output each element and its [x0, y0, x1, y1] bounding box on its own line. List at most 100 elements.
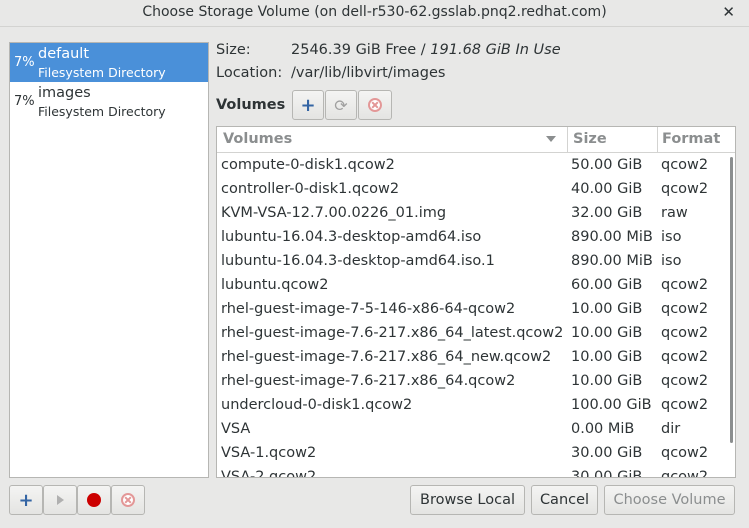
volume-size: 40.00 GiB	[571, 181, 643, 197]
pool-type: Filesystem Directory	[38, 65, 166, 80]
delete-icon	[121, 493, 135, 507]
pool-type: Filesystem Directory	[38, 104, 166, 119]
volume-name: compute-0-disk1.qcow2	[221, 157, 395, 173]
table-row[interactable]: undercloud-0-disk1.qcow2 100.00 GiB qcow2	[217, 393, 731, 417]
browse-local-button[interactable]: Browse Local	[410, 485, 525, 515]
table-header: Volumes Size Format	[217, 127, 735, 153]
add-volume-button[interactable]: +	[292, 90, 324, 120]
choose-volume-button[interactable]: Choose Volume	[604, 485, 735, 515]
size-separator: /	[416, 42, 431, 58]
volume-size: 890.00 MiB	[571, 229, 653, 245]
table-row[interactable]: rhel-guest-image-7.6-217.x86_64.qcow2 10.…	[217, 369, 731, 393]
volume-size: 50.00 GiB	[571, 157, 643, 173]
volume-format: qcow2	[661, 445, 709, 461]
volume-size: 890.00 MiB	[571, 253, 653, 269]
title-bar: Choose Storage Volume (on dell-r530-62.g…	[0, 0, 749, 27]
column-header-format[interactable]: Format	[657, 127, 735, 152]
volume-format: qcow2	[661, 157, 709, 173]
add-icon: +	[300, 94, 316, 116]
pool-list[interactable]: 7% default Filesystem Directory 7% image…	[9, 42, 209, 478]
volume-name: VSA	[221, 421, 251, 437]
volume-size: 100.00 GiB	[571, 397, 652, 413]
table-row[interactable]: VSA 0.00 MiB dir	[217, 417, 731, 441]
volume-format: qcow2	[661, 373, 709, 389]
vertical-scrollbar[interactable]	[730, 157, 733, 443]
pool-name: images	[38, 85, 91, 101]
volume-size: 10.00 GiB	[571, 325, 643, 341]
pool-item-default[interactable]: 7% default Filesystem Directory	[10, 43, 208, 82]
volume-format: qcow2	[661, 301, 709, 317]
table-row[interactable]: KVM-VSA-12.7.00.0226_01.img 32.00 GiB raw	[217, 201, 731, 225]
stop-pool-button[interactable]	[77, 485, 111, 515]
add-pool-button[interactable]: +	[9, 485, 43, 515]
table-row[interactable]: rhel-guest-image-7.6-217.x86_64_latest.q…	[217, 321, 731, 345]
volume-name: undercloud-0-disk1.qcow2	[221, 397, 413, 413]
delete-pool-button[interactable]	[111, 485, 145, 515]
volumes-table[interactable]: Volumes Size Format compute-0-disk1.qcow…	[216, 126, 736, 478]
volume-size: 30.00 GiB	[571, 445, 643, 461]
volume-format: qcow2	[661, 349, 709, 365]
table-row[interactable]: VSA-1.qcow2 30.00 GiB qcow2	[217, 441, 731, 465]
size-used: 191.68 GiB In Use	[430, 42, 561, 58]
volume-name: rhel-guest-image-7-5-146-x86-64-qcow2	[221, 301, 516, 317]
volume-name: VSA-2.qcow2	[221, 469, 317, 478]
table-row[interactable]: controller-0-disk1.qcow2 40.00 GiB qcow2	[217, 177, 731, 201]
volume-size: 60.00 GiB	[571, 277, 643, 293]
window-title: Choose Storage Volume (on dell-r530-62.g…	[142, 4, 607, 20]
pool-item-images[interactable]: 7% images Filesystem Directory	[10, 82, 208, 121]
volume-size: 32.00 GiB	[571, 205, 643, 221]
volume-format: qcow2	[661, 181, 709, 197]
pool-usage: 7%	[14, 94, 35, 109]
play-icon	[56, 495, 64, 505]
volume-name: lubuntu-16.04.3-desktop-amd64.iso	[221, 229, 482, 245]
table-row[interactable]: compute-0-disk1.qcow2 50.00 GiB qcow2	[217, 153, 731, 177]
column-header-size[interactable]: Size	[567, 127, 661, 152]
volume-size: 10.00 GiB	[571, 301, 643, 317]
size-value: 2546.39 GiB Free / 191.68 GiB In Use	[291, 42, 561, 58]
size-label: Size:	[216, 42, 251, 58]
stop-icon	[87, 493, 101, 507]
volume-name: rhel-guest-image-7.6-217.x86_64_new.qcow…	[221, 349, 552, 365]
size-free: 2546.39 GiB Free	[291, 42, 417, 58]
volume-name: lubuntu.qcow2	[221, 277, 329, 293]
table-row[interactable]: rhel-guest-image-7.6-217.x86_64_new.qcow…	[217, 345, 731, 369]
delete-icon	[368, 98, 382, 112]
volume-name: VSA-1.qcow2	[221, 445, 317, 461]
add-icon: +	[18, 489, 34, 511]
pool-usage: 7%	[14, 55, 35, 70]
volume-name: controller-0-disk1.qcow2	[221, 181, 400, 197]
refresh-icon: ⟳	[334, 95, 348, 115]
start-pool-button[interactable]	[43, 485, 77, 515]
volume-name: KVM-VSA-12.7.00.0226_01.img	[221, 205, 447, 221]
table-row[interactable]: lubuntu.qcow2 60.00 GiB qcow2	[217, 273, 731, 297]
volume-name: rhel-guest-image-7.6-217.x86_64_latest.q…	[221, 325, 564, 341]
refresh-volumes-button[interactable]: ⟳	[325, 90, 357, 120]
cancel-button[interactable]: Cancel	[531, 485, 598, 515]
volume-format: iso	[661, 253, 682, 269]
location-value: /var/lib/libvirt/images	[291, 65, 446, 81]
delete-volume-button[interactable]	[358, 90, 392, 120]
column-header-volumes[interactable]: Volumes	[223, 127, 561, 152]
volume-format: qcow2	[661, 325, 709, 341]
table-row[interactable]: lubuntu-16.04.3-desktop-amd64.iso.1 890.0…	[217, 249, 731, 273]
volume-format: dir	[661, 421, 681, 437]
volume-size: 0.00 MiB	[571, 421, 635, 437]
volume-size: 10.00 GiB	[571, 373, 643, 389]
volume-name: lubuntu-16.04.3-desktop-amd64.iso.1	[221, 253, 495, 269]
table-row[interactable]: lubuntu-16.04.3-desktop-amd64.iso 890.00 …	[217, 225, 731, 249]
volumes-heading: Volumes	[216, 97, 286, 113]
volume-size: 30.00 GiB	[571, 469, 643, 478]
volume-format: iso	[661, 229, 682, 245]
volume-format: raw	[661, 205, 688, 221]
volume-format: qcow2	[661, 469, 709, 478]
table-row[interactable]: VSA-2.qcow2 30.00 GiB qcow2	[217, 465, 731, 478]
volume-format: qcow2	[661, 397, 709, 413]
table-row[interactable]: rhel-guest-image-7-5-146-x86-64-qcow2 10.…	[217, 297, 731, 321]
volume-format: qcow2	[661, 277, 709, 293]
volume-name: rhel-guest-image-7.6-217.x86_64.qcow2	[221, 373, 516, 389]
close-icon[interactable]: ✕	[722, 0, 735, 24]
pool-name: default	[38, 46, 90, 62]
location-label: Location:	[216, 65, 283, 81]
sort-arrow-icon	[546, 136, 556, 142]
volume-size: 10.00 GiB	[571, 349, 643, 365]
